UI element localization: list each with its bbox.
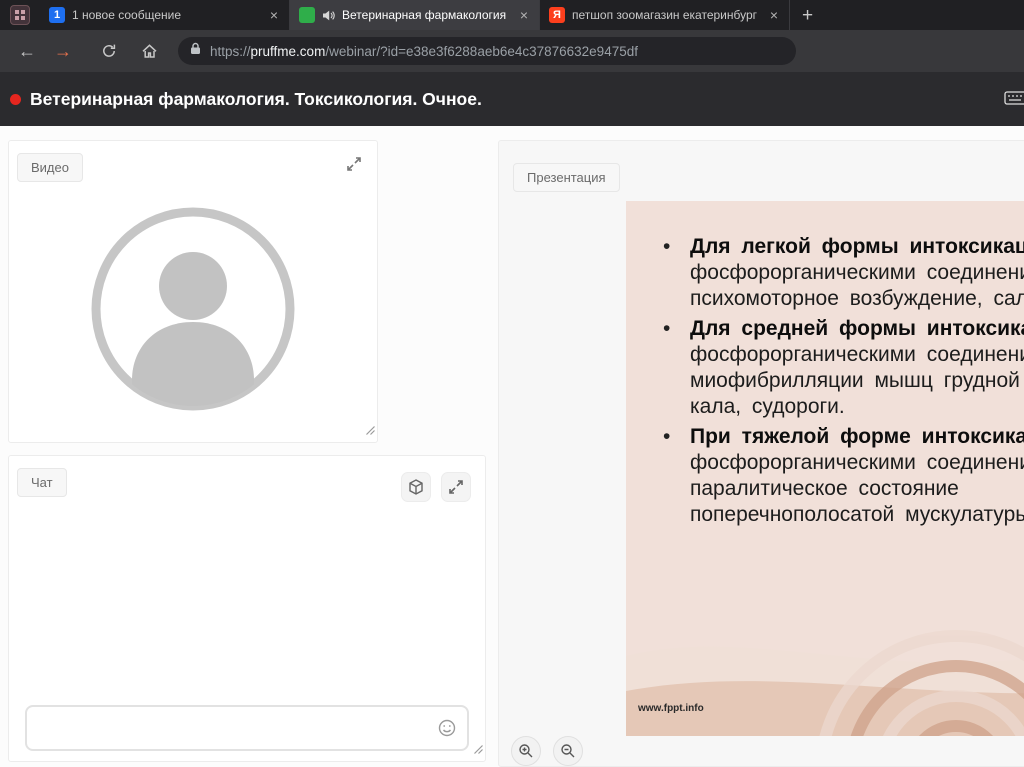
close-icon[interactable]: × (518, 8, 530, 22)
zoom-out-icon[interactable] (553, 736, 583, 766)
tab-bar: 1 1 новое сообщение × Ветеринарная фарма… (0, 0, 1024, 30)
avatar (87, 203, 299, 420)
close-icon[interactable]: × (768, 8, 780, 22)
chat-input-container (25, 705, 469, 751)
webinar-title: Ветеринарная фармакология. Токсикология.… (30, 88, 482, 109)
webinar-main: Видео Чат Презентация • Для легкой формы… (0, 126, 1024, 767)
chat-panel-label: Чат (17, 468, 67, 497)
back-button[interactable]: ← (12, 36, 42, 66)
presentation-panel-label: Презентация (513, 163, 620, 192)
webinar-header: Ветеринарная фармакология. Токсикология.… (0, 72, 1024, 126)
slide-text-line: паралитическое состояние (690, 477, 959, 500)
url-text: https://pruffme.com/webinar/?id=e38e3f62… (210, 44, 638, 59)
presentation-slide: • Для легкой формы интоксикации фосфорор… (626, 201, 1024, 736)
slide-bullet: • При тяжелой форме интоксикации фосфоро… (663, 424, 1024, 528)
slide-text-line: Для средней формы интоксикации (690, 317, 1024, 340)
cube-icon[interactable] (401, 472, 431, 502)
slide-text: • Для легкой формы интоксикации фосфорор… (626, 201, 1024, 528)
url-path: /webinar/?id=e38e3f6288aeb6e4c37876632e9… (325, 43, 638, 59)
resize-handle[interactable] (365, 422, 375, 440)
slide-bullet: • Для легкой формы интоксикации фосфорор… (663, 234, 1024, 312)
slide-footer: www.fppt.info (638, 703, 704, 714)
home-icon[interactable] (134, 36, 164, 66)
slide-text-line: фосфорорганическими соединениями (690, 343, 1024, 366)
slide-bullet: • Для средней формы интоксикации фосфоро… (663, 316, 1024, 420)
tab-yandex-search[interactable]: Я петшоп зоомагазин екатеринбург × (540, 0, 790, 30)
forward-button[interactable]: → (48, 36, 78, 66)
bullet-marker: • (663, 317, 671, 340)
tab-webinar[interactable]: Ветеринарная фармакология × (290, 0, 540, 30)
address-bar[interactable]: https://pruffme.com/webinar/?id=e38e3f62… (178, 37, 796, 65)
slide-text-line: фосфорорганическими соединениями (690, 261, 1024, 284)
speaker-icon[interactable] (322, 9, 335, 22)
lock-icon (190, 42, 201, 60)
messages-icon[interactable] (1004, 91, 1024, 107)
tab-title: петшоп зоомагазин екатеринбург (572, 8, 758, 22)
tab-title: 1 новое сообщение (72, 8, 182, 22)
tab-new-message[interactable]: 1 1 новое сообщение × (40, 0, 290, 30)
video-panel: Видео (8, 140, 378, 443)
url-host: pruffme.com (250, 43, 326, 59)
slide-text-line: психомоторное возбуждение, саливация (690, 287, 1024, 310)
bullet-marker: • (663, 425, 671, 448)
browser-logo-icon[interactable] (10, 5, 30, 25)
resize-handle[interactable] (473, 741, 483, 759)
url-scheme: https:// (210, 43, 251, 59)
expand-icon[interactable] (441, 472, 471, 502)
slide-text-line: фосфорорганическими соединениями (690, 451, 1024, 474)
notification-favicon: 1 (49, 7, 65, 23)
slide-text-line: кала, судороги. (690, 395, 845, 418)
navigation-bar: ← → https://pruffme.com/webinar/?id=e38e… (0, 30, 1024, 72)
slide-text-line: При тяжелой форме интоксикации (690, 425, 1024, 448)
record-dot-icon (10, 93, 21, 105)
close-icon[interactable]: × (268, 8, 280, 22)
pruffme-favicon (299, 7, 315, 23)
yandex-favicon: Я (549, 7, 565, 23)
video-panel-label: Видео (17, 153, 83, 182)
expand-icon[interactable] (345, 155, 363, 178)
refresh-icon[interactable] (94, 36, 124, 66)
zoom-in-icon[interactable] (511, 736, 541, 766)
presentation-panel: Презентация • Для легкой формы интоксика… (498, 140, 1024, 767)
slide-text-line: миофибрилляции мышц грудной клетки (690, 369, 1024, 392)
slide-text-line: Для легкой формы интоксикации (690, 235, 1024, 258)
emoji-icon[interactable] (437, 718, 457, 738)
chat-panel: Чат (8, 455, 486, 762)
tab-title: Ветеринарная фармакология (342, 8, 507, 22)
bullet-marker: • (663, 235, 671, 258)
new-tab-button[interactable]: + (802, 6, 813, 25)
chat-input[interactable] (25, 705, 469, 751)
slide-text-line: поперечнополосатой мускулатуры (690, 503, 1024, 526)
